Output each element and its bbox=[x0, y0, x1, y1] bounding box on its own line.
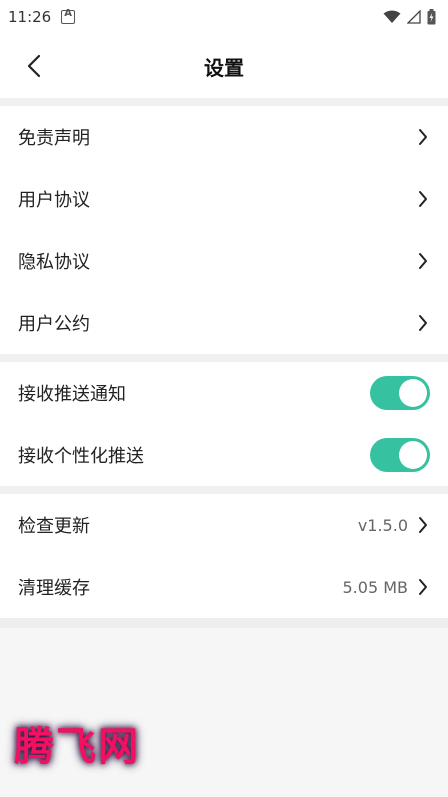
row-disclaimer[interactable]: 免责声明 bbox=[0, 106, 448, 168]
toggle-knob bbox=[399, 379, 427, 407]
row-right: 5.05 MB bbox=[343, 578, 431, 597]
row-label: 接收推送通知 bbox=[18, 384, 126, 405]
push-notifications-toggle[interactable] bbox=[370, 376, 430, 410]
page-title: 设置 bbox=[204, 55, 244, 80]
section-divider bbox=[0, 98, 448, 106]
settings-group-app: 检查更新 v1.5.0 清理缓存 5.05 MB bbox=[0, 494, 448, 618]
page-header: 设置 bbox=[0, 34, 448, 98]
chevron-right-icon bbox=[416, 252, 430, 270]
personalized-push-toggle[interactable] bbox=[370, 438, 430, 472]
watermark-text: 腾飞网 bbox=[14, 723, 140, 770]
row-label: 免责声明 bbox=[18, 128, 90, 149]
status-left: 11:26 bbox=[8, 8, 76, 26]
watermark-logo: 腾飞网 bbox=[8, 706, 168, 778]
row-right: v1.5.0 bbox=[358, 516, 430, 535]
row-label: 用户协议 bbox=[18, 190, 90, 211]
row-clear-cache[interactable]: 清理缓存 5.05 MB bbox=[0, 556, 448, 618]
status-bar: 11:26 bbox=[0, 0, 448, 34]
row-user-agreement[interactable]: 用户协议 bbox=[0, 168, 448, 230]
row-push-notifications: 接收推送通知 bbox=[0, 362, 448, 424]
row-label: 清理缓存 bbox=[18, 578, 90, 599]
settings-group-legal: 免责声明 用户协议 隐私协议 用户公约 bbox=[0, 106, 448, 354]
battery-icon bbox=[427, 9, 436, 25]
toggle-knob bbox=[399, 441, 427, 469]
chevron-right-icon bbox=[416, 516, 430, 534]
section-divider bbox=[0, 486, 448, 494]
row-privacy-agreement[interactable]: 隐私协议 bbox=[0, 230, 448, 292]
row-user-convention[interactable]: 用户公约 bbox=[0, 292, 448, 354]
chevron-left-icon bbox=[27, 54, 41, 78]
chevron-right-icon bbox=[416, 128, 430, 146]
settings-group-push: 接收推送通知 接收个性化推送 bbox=[0, 362, 448, 486]
chevron-right-icon bbox=[416, 578, 430, 596]
chevron-right-icon bbox=[416, 190, 430, 208]
row-label: 隐私协议 bbox=[18, 252, 90, 273]
row-check-update[interactable]: 检查更新 v1.5.0 bbox=[0, 494, 448, 556]
back-button[interactable] bbox=[16, 48, 52, 84]
notification-icon bbox=[61, 8, 76, 24]
section-divider bbox=[0, 618, 448, 628]
row-label: 接收个性化推送 bbox=[18, 446, 144, 467]
version-value: v1.5.0 bbox=[357, 515, 408, 535]
chevron-right-icon bbox=[416, 314, 430, 332]
status-time: 11:26 bbox=[8, 8, 52, 26]
row-label: 检查更新 bbox=[18, 516, 90, 537]
row-label: 用户公约 bbox=[18, 314, 90, 335]
signal-icon bbox=[407, 10, 421, 24]
wifi-icon bbox=[383, 10, 401, 23]
section-divider bbox=[0, 354, 448, 362]
status-right bbox=[383, 9, 436, 25]
cache-size-value: 5.05 MB bbox=[342, 577, 409, 597]
row-personalized-push: 接收个性化推送 bbox=[0, 424, 448, 486]
